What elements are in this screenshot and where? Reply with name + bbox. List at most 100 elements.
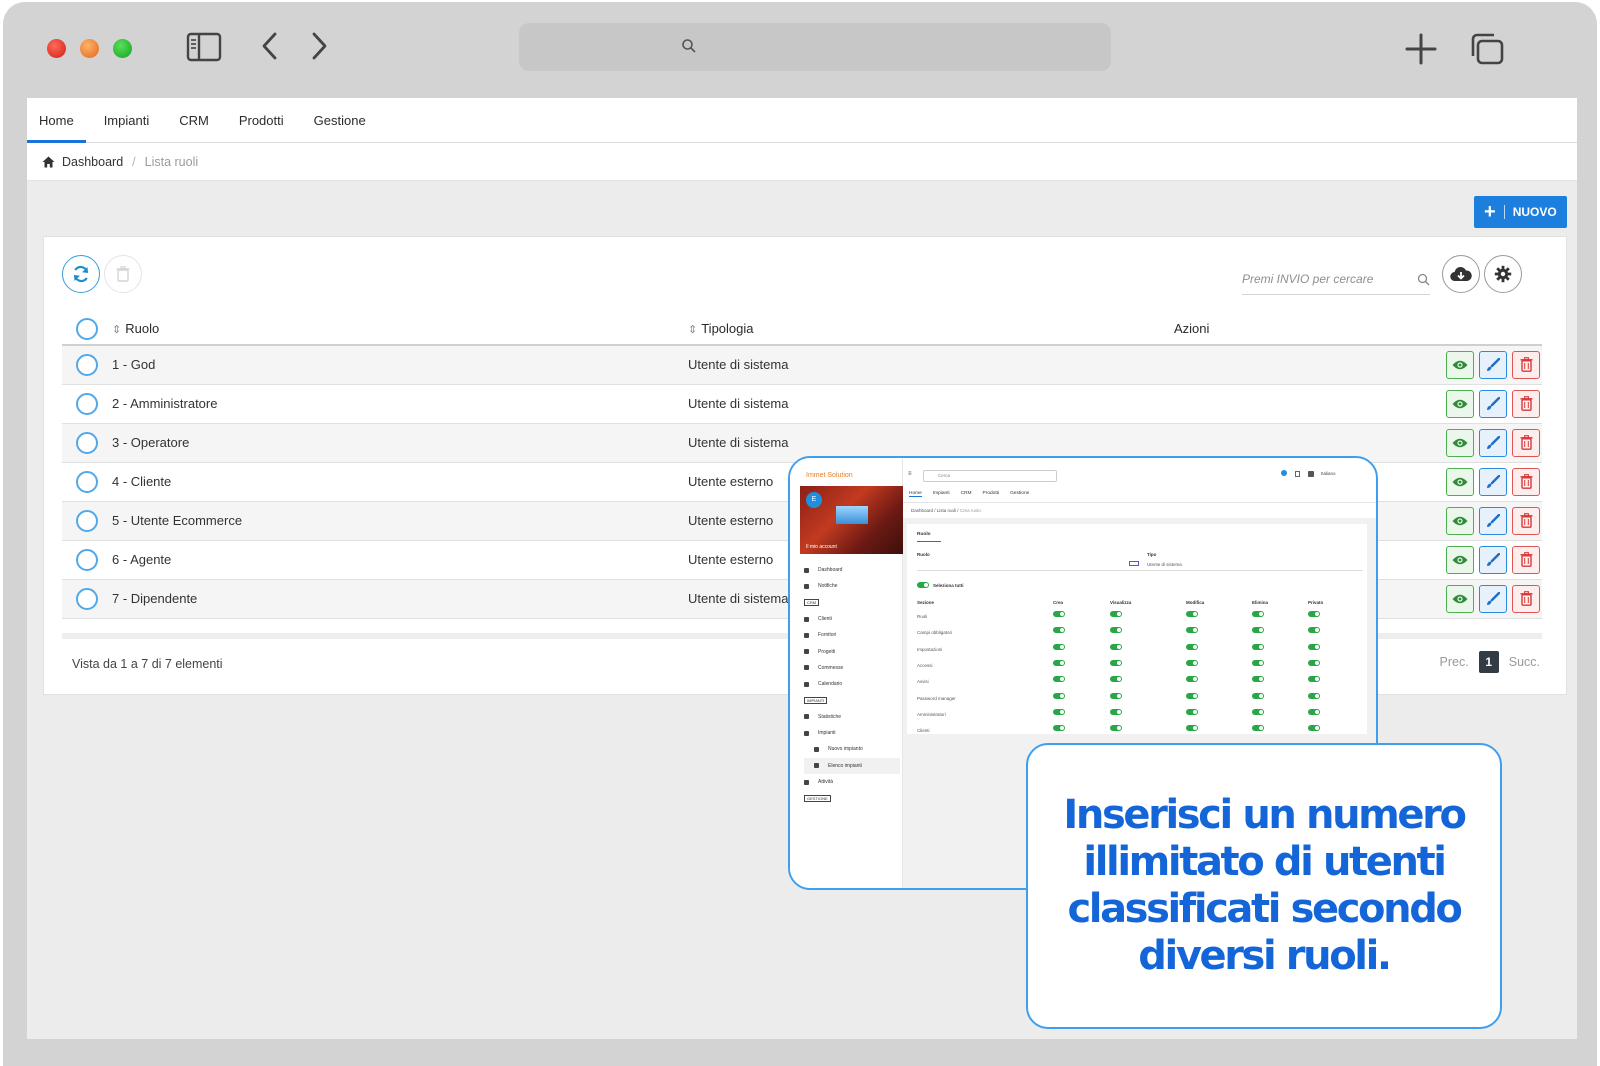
view-button[interactable] (1446, 584, 1474, 613)
bulk-delete-button[interactable] (104, 255, 142, 293)
delete-button[interactable] (1512, 506, 1540, 535)
inset-permission-toggle (1186, 643, 1198, 650)
delete-button[interactable] (1512, 467, 1540, 496)
nav-prodotti[interactable]: Prodotti (239, 113, 284, 128)
inset-menu-icon (814, 746, 819, 752)
edit-button[interactable] (1479, 584, 1507, 613)
callout-text: Inserisci un numero illimitato di utenti… (1063, 792, 1467, 979)
inset-section-label: Clienti (917, 728, 930, 734)
new-button[interactable]: + NUOVO (1474, 196, 1567, 228)
row-checkbox[interactable] (76, 392, 98, 415)
nav-home[interactable]: Home (27, 113, 86, 143)
breadcrumb-separator: / (132, 154, 136, 169)
inset-permission-toggle (1308, 692, 1320, 699)
eye-icon (1452, 399, 1468, 408)
edit-button[interactable] (1479, 545, 1507, 574)
breadcrumb: Dashboard / Lista ruoli (27, 143, 1577, 181)
inset-select-all: Seleziona tutti (917, 582, 964, 588)
inset-column-header: Sezione (917, 600, 935, 605)
inset-menu-icon (804, 649, 809, 655)
inset-menu-label: Attività (818, 779, 834, 785)
inset-permission-toggle (1053, 725, 1065, 732)
row-checkbox[interactable] (76, 470, 98, 493)
row-role: 2 - Amministratore (112, 384, 688, 424)
inset-menu-label: Dashboard (818, 567, 843, 574)
edit-button[interactable] (1479, 428, 1507, 457)
select-all-checkbox[interactable] (76, 317, 98, 340)
download-button[interactable] (1442, 255, 1480, 293)
new-tab-icon[interactable] (1404, 32, 1438, 66)
minimize-window-button[interactable] (80, 39, 99, 58)
refresh-button[interactable] (62, 255, 100, 293)
view-button[interactable] (1446, 506, 1474, 535)
inset-section-label: Amministratori (917, 711, 946, 717)
delete-button[interactable] (1512, 389, 1540, 418)
inset-permission-toggle (1110, 659, 1122, 666)
plus-icon: + (1484, 201, 1496, 223)
table-row[interactable]: 2 - Amministratore Utente di sistema (62, 384, 1542, 424)
address-bar[interactable] (519, 23, 1111, 71)
back-icon[interactable] (260, 31, 280, 61)
inset-column-header: Elimina (1252, 600, 1269, 605)
view-button[interactable] (1446, 467, 1474, 496)
edit-button[interactable] (1479, 350, 1507, 379)
view-button[interactable] (1446, 545, 1474, 574)
nav-crm[interactable]: CRM (179, 113, 209, 128)
row-checkbox[interactable] (76, 548, 98, 571)
tabs-overview-icon[interactable] (1469, 32, 1505, 66)
delete-button[interactable] (1512, 350, 1540, 379)
inset-section-label: Avvisi (917, 679, 929, 685)
inset-menu-item: Statistiche (804, 709, 900, 725)
edit-button[interactable] (1479, 467, 1507, 496)
inset-permission-toggle (1186, 692, 1198, 699)
forward-icon[interactable] (309, 31, 329, 61)
inset-select-all-label: Seleziona tutti (933, 582, 964, 588)
edit-button[interactable] (1479, 506, 1507, 535)
column-type[interactable]: ⇕ Tipologia (688, 313, 1174, 346)
inset-menu-item: Commesse (804, 660, 900, 676)
nav-impianti[interactable]: Impianti (104, 113, 150, 128)
inset-permission-toggle (1053, 643, 1065, 650)
row-role: 3 - Operatore (112, 423, 688, 463)
trash-icon (1520, 591, 1532, 606)
search-icon[interactable] (1417, 273, 1430, 286)
prev-page-button[interactable]: Prec. (1440, 655, 1469, 669)
inset-menu-label: Clienti (818, 616, 832, 623)
edit-button[interactable] (1479, 389, 1507, 418)
inset-menu-icon (814, 763, 819, 769)
delete-button[interactable] (1512, 545, 1540, 574)
view-button[interactable] (1446, 428, 1474, 457)
delete-button[interactable] (1512, 428, 1540, 457)
search-input[interactable] (1242, 265, 1412, 293)
inset-menu-label: Progetti (818, 648, 836, 655)
inset-org-icon (1308, 471, 1314, 477)
row-checkbox[interactable] (76, 431, 98, 454)
inset-menu-icon (804, 714, 809, 720)
inset-menu-icon (804, 583, 809, 589)
view-button[interactable] (1446, 350, 1474, 379)
inset-section-label: Password manager (917, 695, 956, 701)
next-page-button[interactable]: Succ. (1509, 655, 1540, 669)
new-button-label: NUOVO (1512, 205, 1557, 219)
inset-section-tag: IMPIANTI (804, 697, 828, 705)
inset-section-tag: CRM (804, 599, 820, 607)
inset-tab: CRM (960, 491, 972, 496)
row-checkbox[interactable] (76, 353, 98, 376)
nav-gestione[interactable]: Gestione (314, 113, 366, 128)
row-role: 1 - God (112, 345, 688, 385)
sidebar-toggle-icon[interactable] (186, 32, 222, 62)
maximize-window-button[interactable] (113, 39, 132, 58)
delete-button[interactable] (1512, 584, 1540, 613)
breadcrumb-dashboard[interactable]: Dashboard (62, 155, 123, 169)
row-checkbox[interactable] (76, 509, 98, 532)
page-1-button[interactable]: 1 (1478, 651, 1499, 673)
close-window-button[interactable] (47, 39, 66, 58)
table-row[interactable]: 1 - God Utente di sistema (62, 345, 1542, 385)
row-role: 7 - Dipendente (112, 579, 688, 619)
settings-button[interactable] (1484, 255, 1522, 293)
view-button[interactable] (1446, 389, 1474, 418)
column-role[interactable]: ⇕ Ruolo (112, 313, 688, 346)
inset-type-icon (1129, 561, 1139, 566)
row-checkbox[interactable] (76, 587, 98, 610)
inset-logo: Immet Solution (806, 472, 853, 479)
